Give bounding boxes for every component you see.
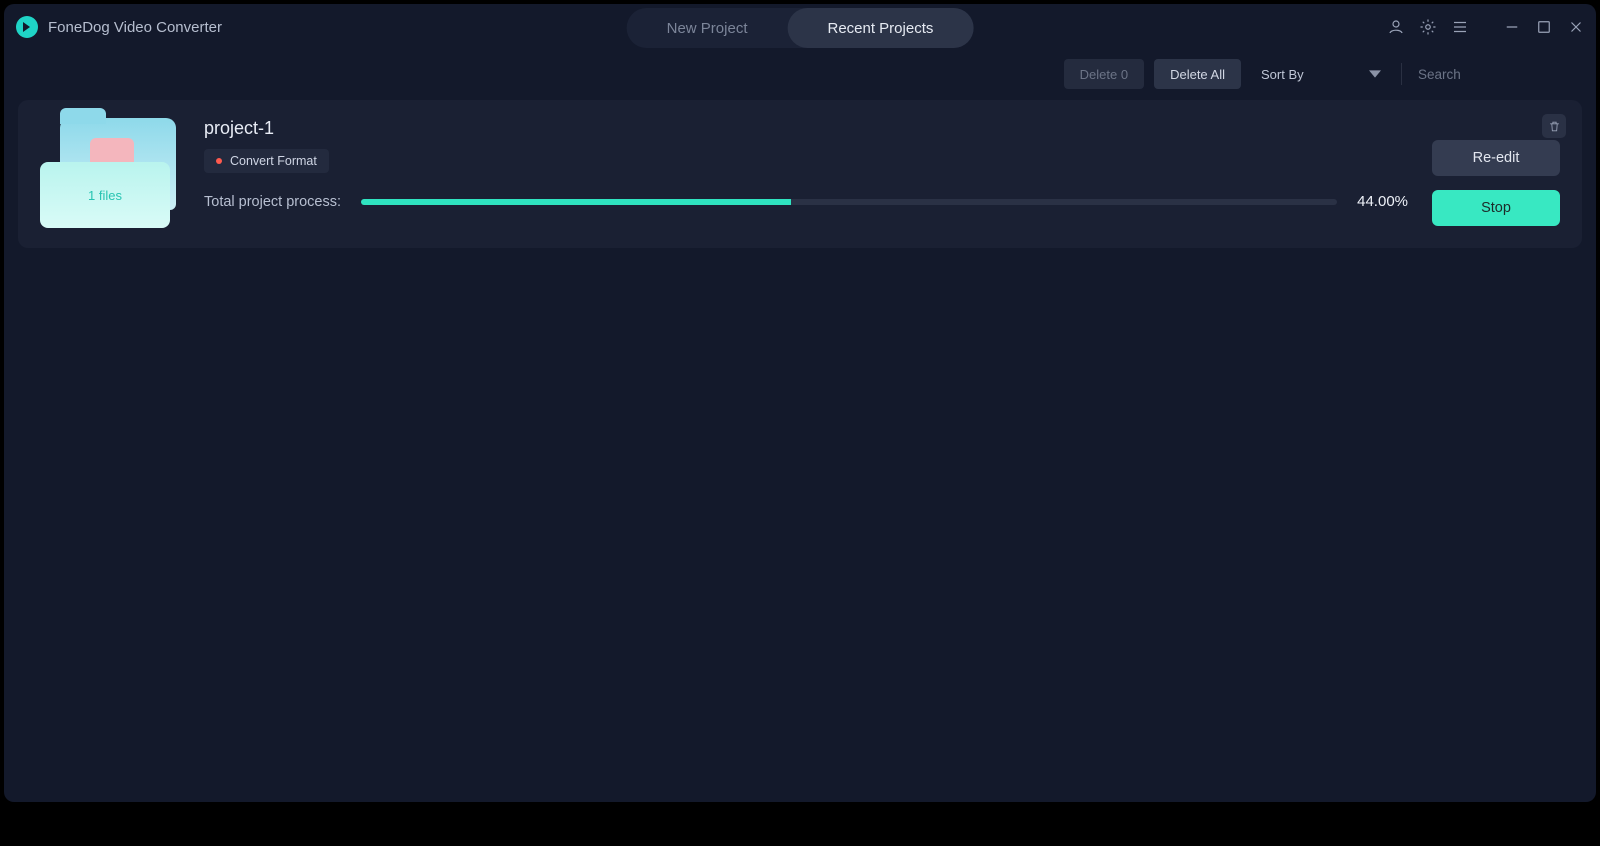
delete-all-button[interactable]: Delete All [1154, 59, 1241, 89]
account-icon[interactable] [1386, 17, 1406, 37]
project-info: project-1 Convert Format Total project p… [204, 118, 1408, 210]
delete-project-button[interactable] [1542, 114, 1566, 138]
progress-label: Total project process: [204, 194, 341, 210]
brand: FoneDog Video Converter [16, 16, 222, 38]
stop-button[interactable]: Stop [1432, 190, 1560, 226]
project-type-tag: Convert Format [204, 149, 329, 173]
project-actions: Re-edit Stop [1432, 140, 1560, 226]
settings-icon[interactable] [1418, 17, 1438, 37]
main-tabs: New Project Recent Projects [627, 8, 974, 48]
delete-selected-button[interactable]: Delete 0 [1064, 59, 1144, 89]
project-name: project-1 [204, 118, 1408, 139]
project-card: 1 files project-1 Convert Format Total p… [18, 100, 1582, 248]
close-icon[interactable] [1566, 17, 1586, 37]
reedit-button[interactable]: Re-edit [1432, 140, 1560, 176]
sort-by-dropdown[interactable]: Sort By [1251, 59, 1391, 89]
status-dot-icon [216, 158, 222, 164]
progress-percent: 44.00% [1357, 193, 1408, 210]
search-box [1412, 66, 1582, 82]
app-title: FoneDog Video Converter [48, 19, 222, 36]
tab-new-project[interactable]: New Project [627, 8, 788, 48]
chevron-down-icon [1369, 68, 1381, 80]
sort-by-label: Sort By [1261, 67, 1304, 82]
trash-icon [1548, 120, 1561, 133]
progress-row: Total project process: 44.00% [204, 193, 1408, 210]
minimize-icon[interactable] [1502, 17, 1522, 37]
project-files-count: 1 files [40, 162, 170, 228]
tab-recent-projects[interactable]: Recent Projects [787, 8, 973, 48]
app-window: FoneDog Video Converter New Project Rece… [4, 4, 1596, 802]
project-thumbnail: 1 files [40, 118, 180, 228]
toolbar: Delete 0 Delete All Sort By [4, 54, 1596, 94]
content-area: 1 files project-1 Convert Format Total p… [4, 94, 1596, 802]
project-type-label: Convert Format [230, 154, 317, 168]
search-input[interactable] [1418, 67, 1595, 82]
title-bar-right [1386, 17, 1586, 37]
app-logo-icon [16, 16, 38, 38]
maximize-icon[interactable] [1534, 17, 1554, 37]
toolbar-separator [1401, 63, 1402, 85]
progress-bar [361, 199, 1337, 205]
menu-icon[interactable] [1450, 17, 1470, 37]
title-bar: FoneDog Video Converter New Project Rece… [4, 4, 1596, 50]
